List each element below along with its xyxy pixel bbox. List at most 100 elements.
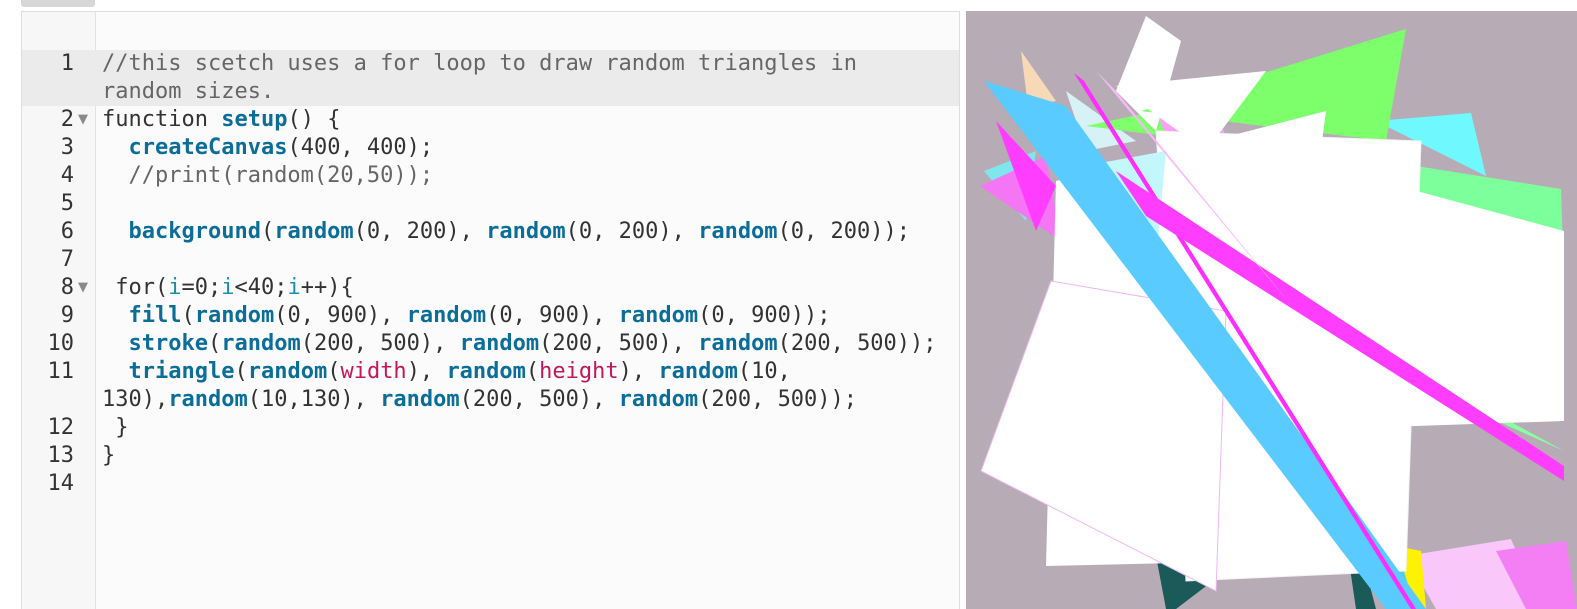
code-editor[interactable]: 1 //this scetch uses a for loop to draw r… [21,11,960,609]
line-number: 8 [60,275,74,300]
code-token: (0, 200), [565,219,699,244]
code-line[interactable]: random sizes. [22,78,959,106]
code-token: i [168,275,182,300]
code-token: () { [287,107,341,132]
fold-arrow-icon[interactable]: ▼ [78,106,88,134]
sketch-preview-canvas[interactable] [966,11,1577,609]
code-token: ++){ [300,275,354,300]
code-token: for( [102,275,169,300]
code-token: function [102,107,222,132]
code-token: background [128,219,261,244]
code-text: } [102,442,115,470]
line-number: 14 [47,471,75,496]
code-token: <40; [234,275,288,300]
code-token: (400, 400); [287,135,434,160]
code-token: ), [618,359,659,384]
code-token: triangle [128,359,235,384]
code-token: ( [207,331,222,356]
code-token: random [486,219,566,244]
line-number: 10 [47,331,75,356]
code-line[interactable]: 4 //print(random(20,50)); [22,162,959,190]
line-number: 11 [47,359,75,384]
code-line[interactable]: 10 stroke(random(200, 500), random(200, … [22,330,959,358]
line-number: 2 [60,107,74,132]
code-token: random [658,359,738,384]
code-token: (10, [737,359,791,384]
code-text: fill(random(0, 900), random(0, 900), ran… [102,302,831,330]
code-token: //print(random(20,50)); [102,163,434,188]
code-line[interactable]: 3 createCanvas(400, 400); [22,134,959,162]
code-token: ( [181,303,195,328]
code-token: ), [406,359,447,384]
code-text: 130),random(10,130), random(200, 500), r… [102,386,857,414]
code-token: (200, 500)); [777,331,937,356]
code-token: width [340,359,407,384]
code-token: random [698,331,778,356]
code-token: random [221,331,301,356]
line-number: 3 [60,135,74,160]
line-number: 7 [60,247,74,272]
code-token: ( [327,359,341,384]
line-number: 9 [60,303,74,328]
code-token: (200, 500), [539,331,699,356]
code-token: (0, 900)); [698,303,831,328]
line-number: 6 [60,219,74,244]
code-token: (200, 500), [300,331,460,356]
code-token: random [446,359,526,384]
code-token: random [698,219,778,244]
line-number: 1 [60,51,74,76]
code-token: (0, 900), [486,303,619,328]
code-line[interactable]: 11 triangle(random(width), random(height… [22,358,959,386]
code-text: } [102,414,129,442]
code-token: ( [234,359,248,384]
code-token: random [459,331,540,356]
code-line[interactable]: 12 } [22,414,959,442]
code-token: =0; [181,275,222,300]
code-line[interactable]: 1 //this scetch uses a for loop to draw r… [22,50,959,78]
code-token: random [618,303,699,328]
line-number: 13 [47,443,75,468]
code-text: createCanvas(400, 400); [102,134,434,162]
code-text: //print(random(20,50)); [102,162,433,190]
code-line[interactable]: 6 background(random(0, 200), random(0, 2… [22,218,959,246]
code-token: height [539,359,619,384]
editor-tab[interactable] [21,0,95,7]
code-line[interactable]: 8 ▼ for(i=0;i<40;i++){ [22,274,959,302]
code-token: random [194,303,275,328]
code-line[interactable]: 9 fill(random(0, 900), random(0, 900), r… [22,302,959,330]
line-number: 4 [60,163,74,188]
code-token: ( [260,219,275,244]
code-token: ( [525,359,540,384]
code-token: random [380,387,460,412]
code-token: stroke [128,331,208,356]
code-token: //this scetch uses a for loop to draw ra… [102,51,857,76]
code-line[interactable]: 13} [22,442,959,470]
code-token: (200, 500), [459,387,619,412]
code-line[interactable]: 7 [22,246,959,274]
code-token: i [287,275,301,300]
code-token: i [221,275,235,300]
code-token: createCanvas [128,135,288,160]
code-token: random [618,387,699,412]
code-token: 130), [102,387,169,412]
code-line[interactable]: 5 [22,190,959,218]
code-token: } [102,415,129,440]
code-line[interactable]: 130),random(10,130), random(200, 500), r… [22,386,959,414]
code-token: setup [221,107,288,132]
code-token: (200, 500)); [698,387,858,412]
code-token: (0, 200)); [777,219,911,244]
code-text: stroke(random(200, 500), random(200, 500… [102,330,937,358]
fold-arrow-icon[interactable]: ▼ [78,274,88,302]
code-text: triangle(random(width), random(height), … [102,358,791,386]
code-line[interactable]: 14 [22,470,959,498]
code-token: (0, 900), [274,303,407,328]
code-line[interactable]: 2 ▼ function setup() { [22,106,959,134]
code-token: fill [128,303,182,328]
code-token: random [247,359,328,384]
code-text: random sizes. [102,78,274,106]
code-token: random [168,387,248,412]
